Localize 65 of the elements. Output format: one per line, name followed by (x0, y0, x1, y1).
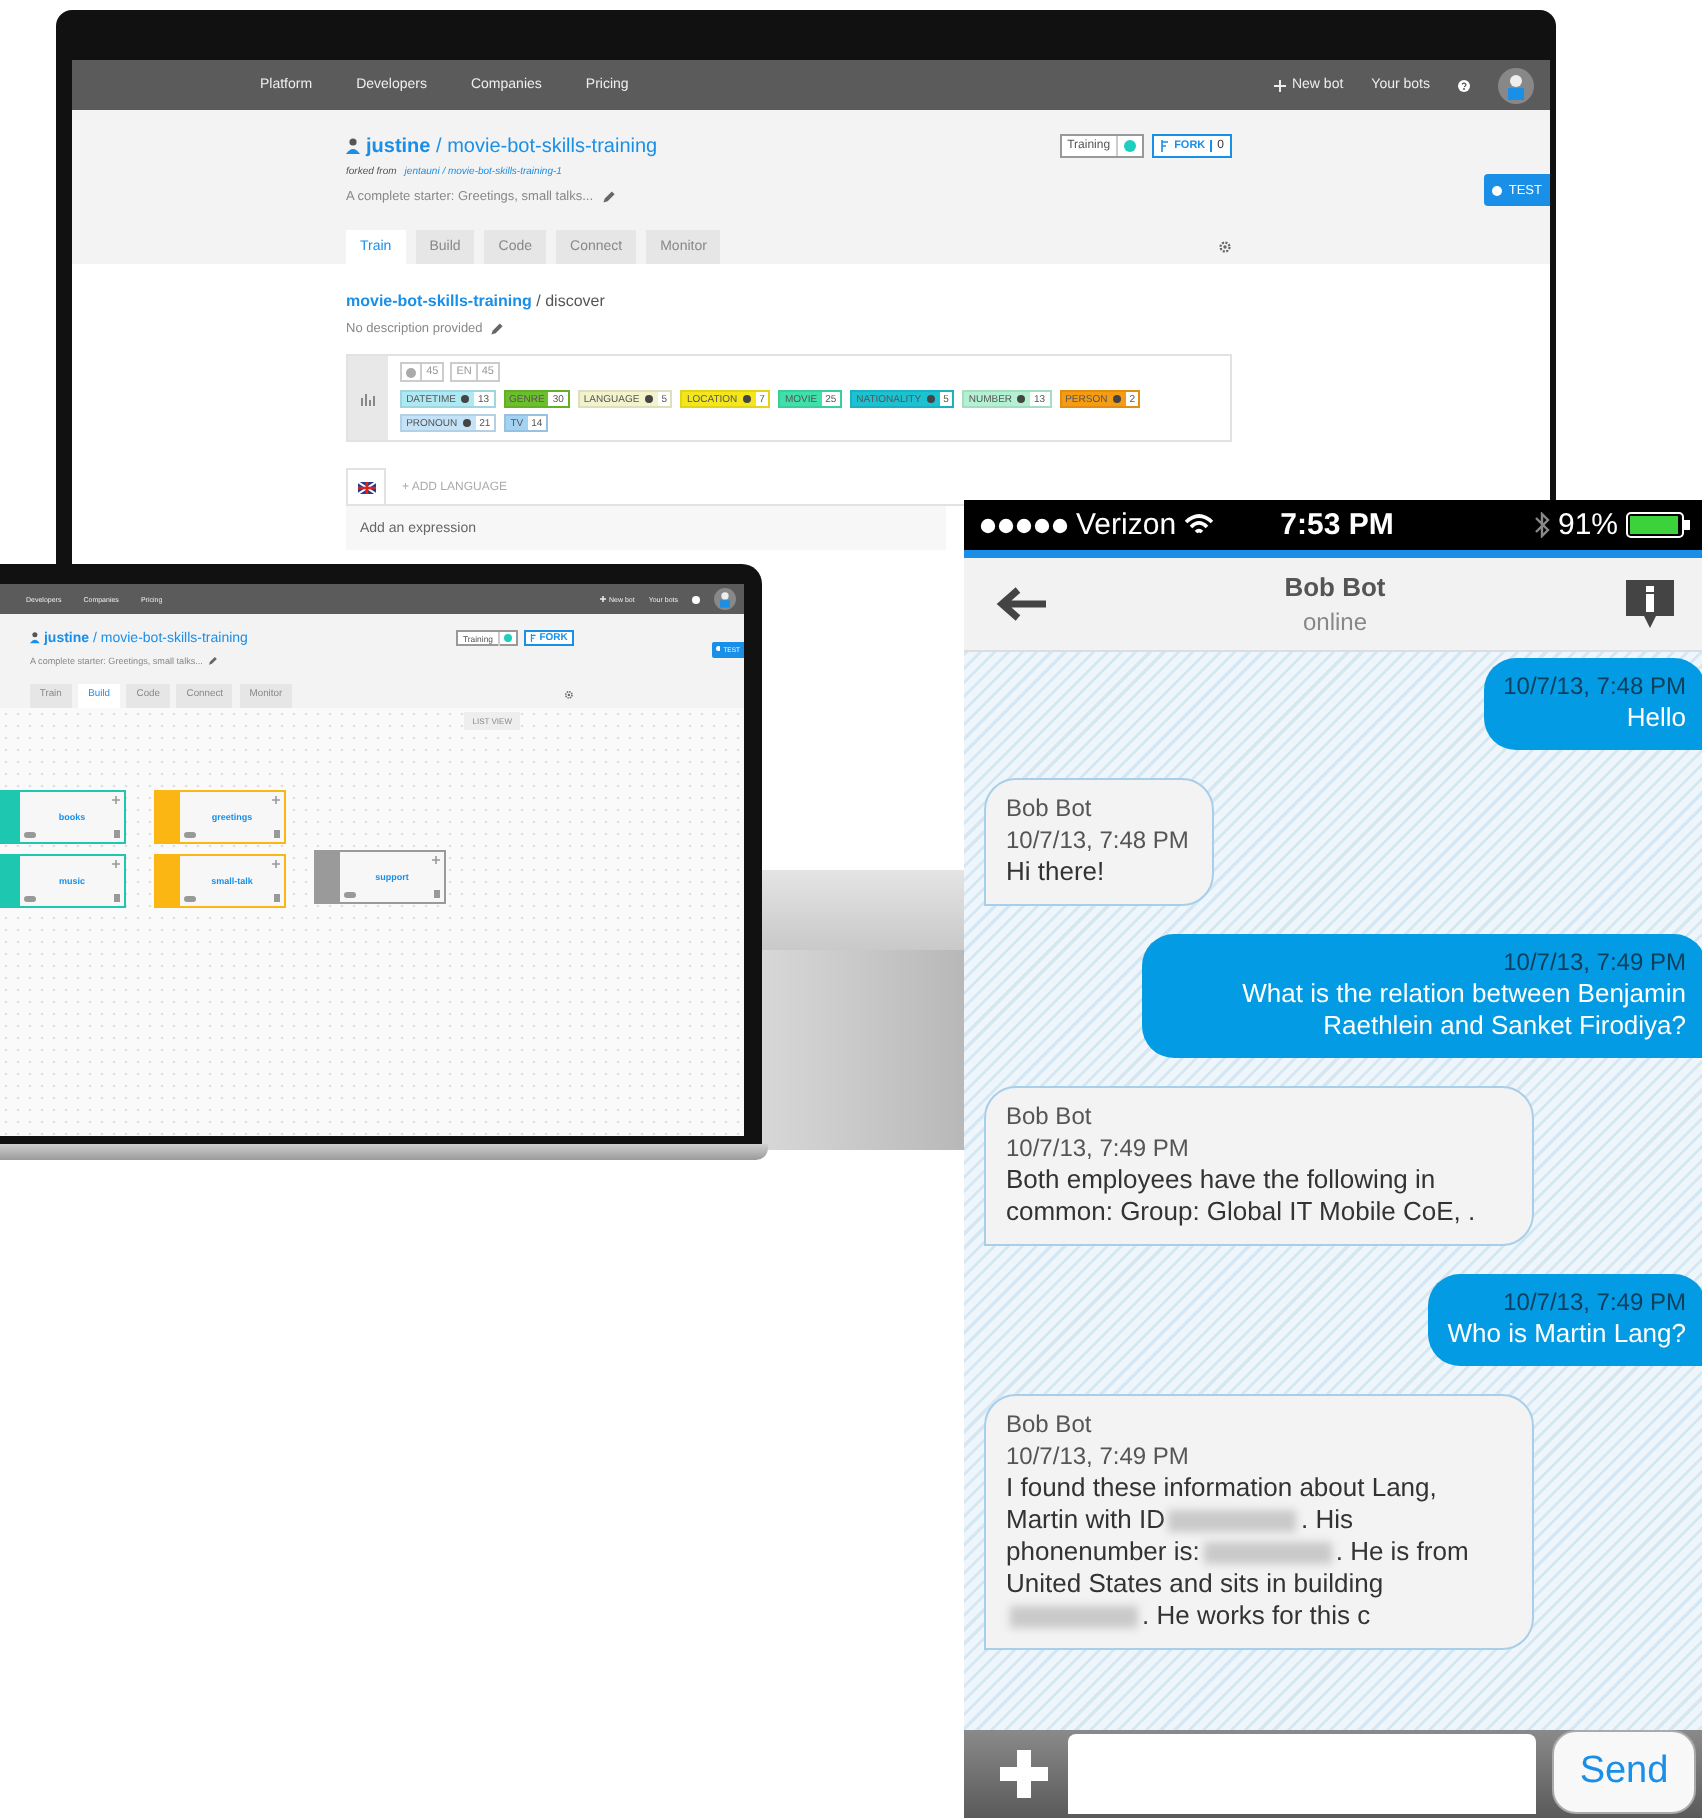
plus-icon (112, 795, 120, 804)
message-text: Who is Martin Lang? (1447, 1318, 1686, 1350)
message-time: 10/7/13, 7:48 PM (1503, 670, 1686, 702)
toggle-icon (24, 831, 36, 838)
user-icon (30, 632, 40, 644)
message-time: 10/7/13, 7:49 PM (1006, 1440, 1189, 1472)
sender-name: Bob Bot (1006, 1100, 1092, 1132)
plus-icon (996, 1746, 1052, 1802)
message-time: 10/7/13, 7:49 PM (1503, 1286, 1686, 1318)
plus-icon (272, 795, 280, 804)
message-text: What is the relation between Benjamin Raethlein and Sanket Firodiya? (1240, 978, 1686, 1042)
message-time: 10/7/13, 7:49 PM (1006, 1132, 1189, 1164)
fork-icon (529, 634, 537, 643)
trash-icon (434, 889, 440, 898)
contact-name: Bob Bot (1284, 572, 1386, 602)
toggle-icon (24, 895, 36, 902)
plus-icon (599, 596, 606, 602)
contact-status: online (1302, 608, 1368, 636)
pencil-icon (490, 322, 505, 336)
plus-icon (112, 859, 120, 868)
settings-icon (1218, 240, 1232, 254)
plus-icon (432, 855, 440, 864)
plus-icon (1273, 79, 1286, 91)
battery-percent: 91% (1557, 508, 1619, 542)
battery-icon (1626, 512, 1695, 538)
trash-icon (114, 829, 120, 838)
language-tab[interactable] (346, 468, 386, 504)
clock-time: 7:53 PM (1280, 508, 1394, 542)
trash-icon (274, 893, 280, 902)
message-text: Both employees have the following in common: Group: Global IT Mobile CoE, . (1006, 1164, 1478, 1228)
info-icon (1622, 578, 1678, 630)
trash-icon (274, 829, 280, 838)
redacted-text (1010, 1606, 1138, 1629)
plus-icon (272, 859, 280, 868)
message-text: I found these information about Lang, Martin with ID . His phonenumber is: . He is from United States and sits in building . He works for this c (1006, 1472, 1471, 1632)
avatar-icon (1498, 67, 1534, 103)
wifi-icon (1184, 514, 1215, 536)
user-icon (346, 138, 360, 154)
bluetooth-icon (1533, 512, 1550, 538)
redacted-text (1168, 1510, 1297, 1533)
settings-icon (564, 690, 574, 701)
project-title[interactable]: justine / movie-bot-skills-training (366, 135, 658, 157)
redacted-text (1203, 1542, 1332, 1565)
message-time: 10/7/13, 7:48 PM (1006, 824, 1189, 856)
fork-icon (1160, 140, 1171, 152)
breadcrumb: movie-bot-skills-training / discover (346, 292, 607, 310)
sender-name: Bob Bot (1006, 1408, 1092, 1440)
pencil-icon (601, 190, 616, 204)
message-time: 10/7/13, 7:49 PM (1503, 946, 1686, 978)
carrier-name: Verizon (1076, 508, 1177, 542)
back-arrow-icon (996, 586, 1048, 622)
pencil-icon (208, 655, 219, 666)
signal-dots-icon (980, 517, 1068, 533)
message-input[interactable] (1068, 1734, 1536, 1814)
trash-icon (114, 893, 120, 902)
bar-chart-icon (359, 390, 378, 406)
message-text: Hi there! (1006, 856, 1105, 888)
toggle-icon (184, 831, 196, 838)
toggle-icon (344, 891, 356, 898)
toggle-icon (184, 895, 196, 902)
avatar-icon (714, 588, 736, 610)
message-text: Hello (1626, 702, 1686, 734)
sender-name: Bob Bot (1006, 792, 1092, 824)
flag-icon (357, 481, 375, 493)
send-button[interactable]: Send (1552, 1730, 1696, 1814)
